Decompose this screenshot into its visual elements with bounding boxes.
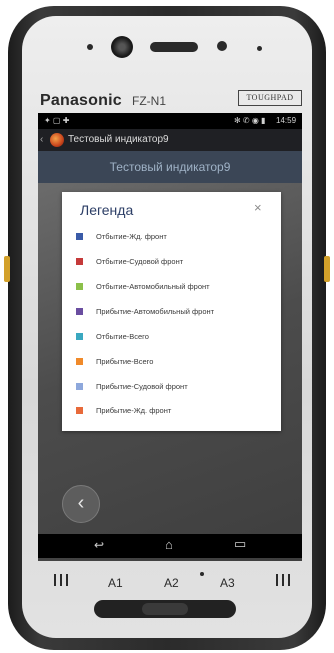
legend-title: Легенда xyxy=(80,202,134,218)
nav-recents-icon[interactable]: ▭ xyxy=(234,536,246,552)
legend-item-label: Отбытие-Автомобильный фронт xyxy=(96,282,210,291)
hw-key-a1[interactable]: A1 xyxy=(108,576,123,590)
appbar-title: Тестовый индикатор9 xyxy=(68,134,169,145)
grip-mark xyxy=(276,574,278,586)
status-right-icons: ✻ ✆ ◉ ▮ xyxy=(234,116,266,125)
key-dot xyxy=(200,572,204,576)
earpiece-speaker xyxy=(150,42,198,52)
back-button[interactable]: ‹ xyxy=(62,485,100,523)
hw-key-a2[interactable]: A2 xyxy=(164,576,179,590)
trigger-center xyxy=(142,603,188,615)
grip-mark xyxy=(66,574,68,586)
nav-back-icon[interactable]: ↩ xyxy=(94,538,104,552)
legend-dialog: Легенда × Отбытие-Жд. фронт Отбытие-Судо… xyxy=(62,192,281,431)
app-bar: ‹ Тестовый индикатор9 xyxy=(38,129,302,151)
legend-item-label: Прибытие-Автомобильный фронт xyxy=(96,307,215,316)
legend-item-label: Прибытие-Всего xyxy=(96,357,154,366)
legend-item-label: Отбытие-Всего xyxy=(96,332,149,341)
legend-item-label: Отбытие-Судовой фронт xyxy=(96,257,184,266)
legend-swatch xyxy=(76,283,83,290)
legend-swatch xyxy=(76,308,83,315)
legend-item-label: Прибытие-Судовой фронт xyxy=(96,382,188,391)
grip-mark xyxy=(288,574,290,586)
grip-mark xyxy=(282,574,284,586)
indicator-dot xyxy=(257,46,262,51)
device-badge: TOUGHPAD xyxy=(238,90,302,106)
legend-swatch xyxy=(76,358,83,365)
legend-swatch xyxy=(76,233,83,240)
barcode-trigger xyxy=(94,600,236,618)
app-logo-icon xyxy=(50,133,64,147)
legend-item-label: Прибытие-Жд. фронт xyxy=(96,406,172,415)
light-sensor xyxy=(217,41,227,51)
device-model: FZ-N1 xyxy=(132,94,166,108)
legend-item-label: Отбытие-Жд. фронт xyxy=(96,232,167,241)
legend-swatch xyxy=(76,333,83,340)
device-brand: Panasonic xyxy=(40,92,122,109)
grip-mark xyxy=(54,574,56,586)
side-button-left xyxy=(4,256,10,282)
status-bar: ✦ ▢ ✚ ✻ ✆ ◉ ▮ 14:59 xyxy=(38,113,302,129)
close-icon[interactable]: × xyxy=(254,200,262,215)
legend-swatch xyxy=(76,383,83,390)
nav-home-icon[interactable]: ⌂ xyxy=(165,537,173,552)
side-button-right xyxy=(324,256,330,282)
legend-swatch xyxy=(76,407,83,414)
legend-swatch xyxy=(76,258,83,265)
grip-mark xyxy=(60,574,62,586)
app-back-chevron-icon[interactable]: ‹ xyxy=(40,134,50,146)
android-nav-bar: ↩ ⌂ ▭ xyxy=(38,534,302,558)
front-camera xyxy=(111,36,133,58)
status-time: 14:59 xyxy=(276,116,297,125)
page-title: Тестовый индикатор9 xyxy=(38,151,302,183)
status-left-icons: ✦ ▢ ✚ xyxy=(44,116,70,125)
sensor-dot xyxy=(87,44,93,50)
hw-key-a3[interactable]: A3 xyxy=(220,576,235,590)
